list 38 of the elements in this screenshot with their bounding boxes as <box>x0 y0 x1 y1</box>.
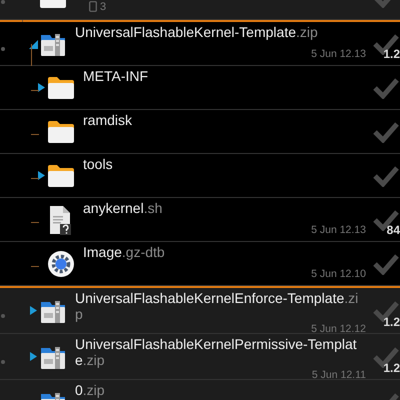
drag-dot[interactable] <box>1 360 5 364</box>
file-name[interactable]: Image.gz-dtb <box>83 244 366 260</box>
file-name[interactable]: anykernel.sh <box>83 200 366 216</box>
file-name[interactable]: tools <box>83 156 366 172</box>
file-size: 84 <box>386 222 400 239</box>
file-name[interactable]: UniversalFlashableKernel-Template.zip <box>75 24 366 40</box>
file-name[interactable]: META-INF <box>83 68 366 84</box>
checkmark-icon[interactable] <box>372 120 400 142</box>
expand-arrow-icon[interactable] <box>36 170 46 181</box>
expanded-arrow-icon[interactable] <box>28 38 38 49</box>
expand-arrow-icon[interactable] <box>28 351 38 362</box>
file-date: 5 Jun 12.13 <box>311 223 366 238</box>
file-date: 5 Jun 12.13 <box>311 47 366 62</box>
unknown-file-icon <box>47 204 73 234</box>
file-count-icon <box>89 1 97 12</box>
drag-dot[interactable] <box>1 46 5 50</box>
checkmark-icon[interactable] <box>372 164 400 186</box>
gear-icon <box>47 250 75 278</box>
item-count: 3 <box>100 0 106 14</box>
file-name[interactable]: UniversalFlashableKernelPermissive-Template.zip <box>75 336 366 368</box>
drag-dot[interactable] <box>1 0 5 4</box>
file-size: 1.2 <box>383 314 400 331</box>
file-size: 1.2 <box>383 46 400 63</box>
file-date: 5 Jun 12.11 <box>312 368 366 383</box>
drag-dot[interactable] <box>1 314 5 318</box>
file-date: 5 Jun 12.12 <box>311 322 366 337</box>
folder-icon <box>47 164 75 188</box>
expand-arrow-icon[interactable] <box>28 305 38 316</box>
folder-icon <box>47 76 75 100</box>
file-name[interactable]: 0.zip <box>75 382 366 398</box>
checkmark-icon[interactable] <box>372 252 400 274</box>
folder-icon <box>47 120 75 144</box>
expand-arrow-icon[interactable] <box>36 82 46 93</box>
file-name[interactable]: ramdisk <box>83 112 366 128</box>
file-size: 1.2 <box>383 360 400 377</box>
file-name[interactable]: UniversalFlashableKernelEnforce-Template.zip <box>75 290 366 322</box>
checkmark-icon[interactable] <box>372 76 400 98</box>
file-date: 5 Jun 12.10 <box>311 267 366 282</box>
